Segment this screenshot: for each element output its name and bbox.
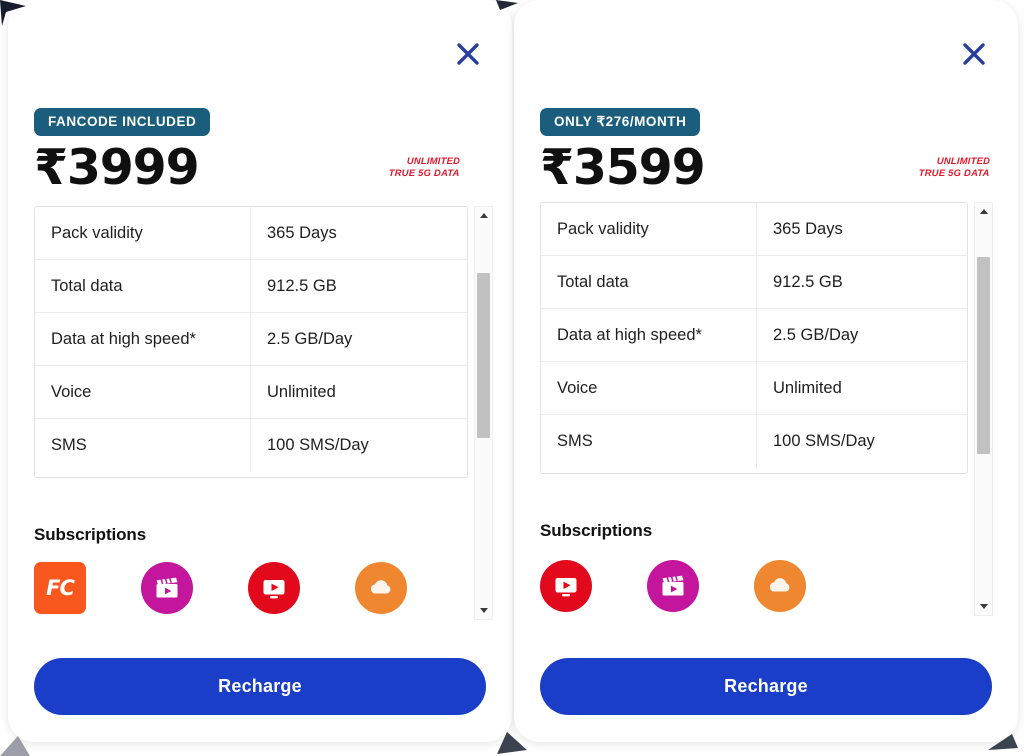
close-icon[interactable] bbox=[450, 36, 486, 72]
spec-label: Voice bbox=[541, 362, 757, 414]
cursor-arrow-top-middle bbox=[496, 0, 518, 10]
spec-label: Voice bbox=[35, 366, 251, 418]
fancode-icon[interactable]: FC bbox=[34, 562, 86, 614]
plan-price: ₹3599 bbox=[540, 139, 706, 196]
plan-spec-table: Pack validity 365 Days Total data 912.5 … bbox=[540, 202, 968, 474]
plan-card-left: FANCODE INCLUDED ₹3999 UNLIMITED TRUE 5G… bbox=[8, 0, 512, 742]
table-row: Total data 912.5 GB bbox=[35, 260, 467, 313]
subscriptions-list bbox=[540, 560, 806, 612]
spec-label: Total data bbox=[35, 260, 251, 312]
jiocloud-icon[interactable] bbox=[754, 560, 806, 612]
plan-card-right: ONLY ₹276/MONTH ₹3599 UNLIMITED TRUE 5G … bbox=[514, 0, 1018, 742]
spec-value: 100 SMS/Day bbox=[773, 432, 875, 451]
plan-badge: ONLY ₹276/MONTH bbox=[540, 108, 701, 136]
unlimited-5g-tag: UNLIMITED TRUE 5G DATA bbox=[389, 155, 461, 179]
spec-value: 2.5 GB/Day bbox=[773, 325, 859, 344]
scrollbar-thumb[interactable] bbox=[977, 256, 990, 455]
card-scrollbar[interactable] bbox=[474, 206, 493, 620]
scroll-up-icon[interactable] bbox=[475, 207, 492, 224]
spec-value: 912.5 GB bbox=[773, 272, 843, 291]
spec-label: Data at high speed* bbox=[35, 313, 251, 365]
spec-value: 912.5 GB bbox=[267, 276, 337, 295]
cursor-arrow-bottom-right bbox=[988, 734, 1018, 750]
table-row: SMS 100 SMS/Day bbox=[541, 415, 967, 468]
spec-label: Total data bbox=[541, 256, 757, 308]
spec-value: 365 Days bbox=[267, 223, 337, 242]
scroll-down-icon[interactable] bbox=[475, 602, 492, 619]
unlimited-5g-line1: UNLIMITED bbox=[936, 155, 991, 166]
unlimited-5g-line2: TRUE 5G DATA bbox=[388, 167, 460, 179]
table-row: Data at high speed* 2.5 GB/Day bbox=[35, 313, 467, 366]
jiotv-icon[interactable] bbox=[248, 562, 300, 614]
spec-label: Pack validity bbox=[541, 203, 757, 255]
table-row: Voice Unlimited bbox=[35, 366, 467, 419]
recharge-button[interactable]: Recharge bbox=[34, 658, 486, 715]
spec-value: 2.5 GB/Day bbox=[267, 329, 353, 348]
spec-value: Unlimited bbox=[267, 382, 336, 401]
scroll-up-icon[interactable] bbox=[975, 203, 992, 220]
subscriptions-list: FC bbox=[34, 562, 407, 614]
fancode-icon-label: FC bbox=[46, 575, 75, 600]
table-row: Data at high speed* 2.5 GB/Day bbox=[541, 309, 967, 362]
spec-value: 365 Days bbox=[773, 219, 843, 238]
table-row: Voice Unlimited bbox=[541, 362, 967, 415]
plan-spec-table: Pack validity 365 Days Total data 912.5 … bbox=[34, 206, 468, 478]
spec-label: Pack validity bbox=[35, 207, 251, 259]
close-icon[interactable] bbox=[956, 36, 992, 72]
cursor-arrow-bottom-left bbox=[0, 736, 30, 756]
subscriptions-heading: Subscriptions bbox=[540, 521, 653, 540]
scrollbar-thumb[interactable] bbox=[477, 272, 490, 438]
jiotv-icon[interactable] bbox=[540, 560, 592, 612]
unlimited-5g-line2: TRUE 5G DATA bbox=[918, 167, 990, 179]
plan-badge: FANCODE INCLUDED bbox=[34, 108, 211, 136]
spec-value: Unlimited bbox=[773, 378, 842, 397]
plan-price: ₹3999 bbox=[34, 139, 200, 196]
cursor-arrow-bottom-middle bbox=[497, 732, 527, 754]
jiocinema-icon[interactable] bbox=[141, 562, 193, 614]
cursor-arrow-top-left bbox=[0, 0, 26, 26]
plan-comparison-screen: FANCODE INCLUDED ₹3999 UNLIMITED TRUE 5G… bbox=[0, 0, 1024, 756]
spec-label: SMS bbox=[35, 419, 251, 472]
table-row: Total data 912.5 GB bbox=[541, 256, 967, 309]
spec-label: Data at high speed* bbox=[541, 309, 757, 361]
recharge-button[interactable]: Recharge bbox=[540, 658, 992, 715]
jiocinema-icon[interactable] bbox=[647, 560, 699, 612]
scroll-down-icon[interactable] bbox=[975, 598, 992, 615]
unlimited-5g-line1: UNLIMITED bbox=[406, 155, 461, 166]
table-row: Pack validity 365 Days bbox=[541, 203, 967, 256]
unlimited-5g-tag: UNLIMITED TRUE 5G DATA bbox=[919, 155, 991, 179]
spec-label: SMS bbox=[541, 415, 757, 468]
card-scrollbar[interactable] bbox=[974, 202, 993, 616]
table-row: Pack validity 365 Days bbox=[35, 207, 467, 260]
spec-value: 100 SMS/Day bbox=[267, 436, 369, 455]
subscriptions-heading: Subscriptions bbox=[34, 525, 147, 544]
jiocloud-icon[interactable] bbox=[355, 562, 407, 614]
table-row: SMS 100 SMS/Day bbox=[35, 419, 467, 472]
